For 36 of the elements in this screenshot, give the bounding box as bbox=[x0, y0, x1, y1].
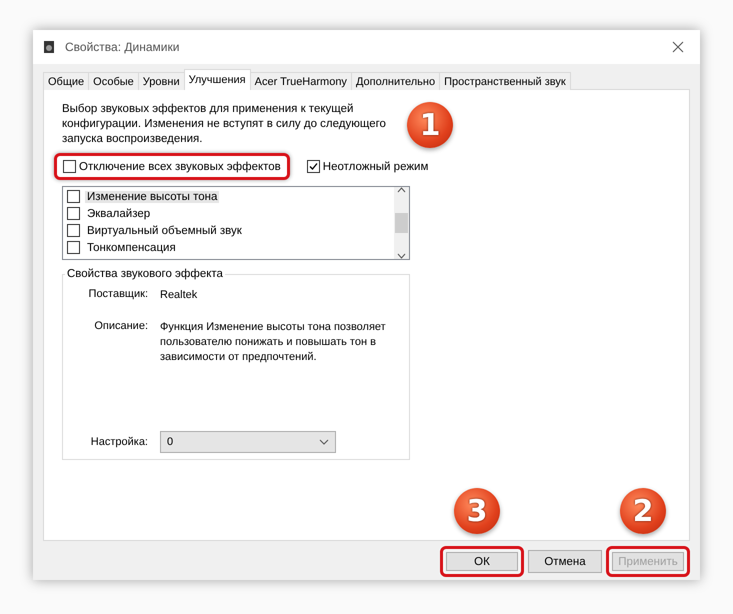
effect-checkbox[interactable] bbox=[67, 190, 80, 203]
description-label: Описание: bbox=[93, 320, 148, 334]
window-title: Свойства: Динамики bbox=[65, 40, 180, 54]
option-checkbox[interactable]: Неотложный режим bbox=[298, 153, 438, 180]
close-icon bbox=[672, 41, 684, 53]
effect-item[interactable]: Тонкомпенсация bbox=[85, 242, 178, 254]
dialog-button[interactable]: ОК bbox=[440, 546, 524, 577]
tab[interactable]: Особые bbox=[88, 72, 139, 90]
description-text: Выбор звуковых эффектов для применения к текущей конфигурации. Изменения не вступят в силу до следующего запуска воспроизведения. bbox=[62, 102, 387, 147]
effect-description: Функция Изменение высоты тона позволяет пользователю понижать и повышать тон в зависимости от предпочтений. bbox=[160, 320, 387, 365]
tab[interactable]: Уровни bbox=[138, 72, 185, 90]
effect-item[interactable]: Эквалайзер bbox=[85, 208, 152, 220]
effect-item[interactable]: Виртуальный объемный звук bbox=[85, 224, 244, 236]
provider-value: Realtek bbox=[160, 288, 198, 303]
group-title: Свойства звукового эффекта bbox=[66, 268, 224, 280]
tab[interactable]: Улучшения bbox=[184, 69, 251, 90]
dialog-button[interactable]: Отмена bbox=[528, 550, 602, 573]
speaker-icon bbox=[43, 40, 55, 54]
provider-label: Поставщик: bbox=[88, 288, 148, 302]
option-checkbox[interactable]: Отключение всех звуковых эффектов bbox=[54, 153, 290, 180]
checkmark-icon bbox=[308, 162, 318, 171]
tab[interactable]: Пространственный звук bbox=[439, 72, 571, 90]
effect-checkbox[interactable] bbox=[67, 224, 80, 237]
step-callout: 1 bbox=[407, 102, 453, 148]
chevron-down-icon bbox=[319, 439, 329, 445]
tab[interactable]: Дополнительно bbox=[350, 72, 440, 90]
effect-checkbox[interactable] bbox=[67, 207, 80, 220]
scroll-up-icon[interactable] bbox=[397, 187, 406, 193]
scroll-down-icon[interactable] bbox=[397, 253, 406, 259]
effect-item[interactable]: Изменение высоты тона bbox=[85, 190, 220, 202]
tab[interactable]: Общие bbox=[43, 72, 90, 90]
setting-dropdown[interactable]: 0 bbox=[160, 431, 336, 453]
effect-checkbox[interactable] bbox=[67, 241, 80, 254]
scrollbar[interactable] bbox=[394, 187, 409, 259]
setting-label: Настройка: bbox=[90, 436, 148, 448]
tab[interactable]: Acer TrueHarmony bbox=[250, 72, 352, 90]
